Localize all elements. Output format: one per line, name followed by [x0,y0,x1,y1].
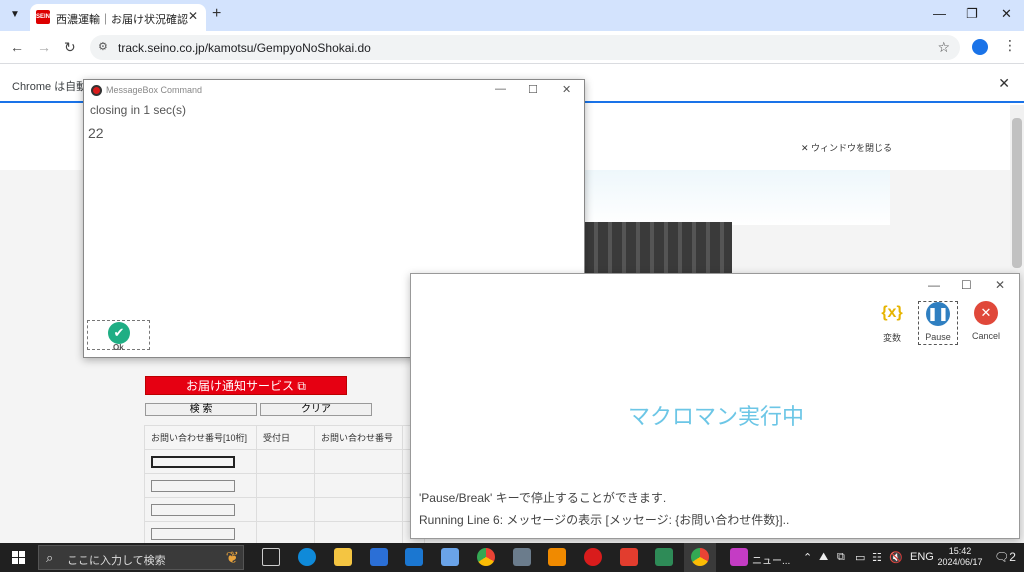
address-bar[interactable]: ⚙ track.seino.co.jp/kamotsu/GempyoNoShok… [90,35,960,60]
network-icon[interactable]: ☷ [872,551,882,564]
messagebox-title: MessageBox Command [106,85,203,95]
inquiry-number-input[interactable] [151,479,235,492]
back-arrow-icon[interactable]: ← [10,39,24,55]
ok-button[interactable]: ✔ Ok [87,320,150,352]
file-explorer-icon[interactable] [334,548,352,566]
task-view-icon[interactable] [262,548,280,566]
macroman-app-icon [91,85,102,96]
inquiry-number-input[interactable] [151,455,235,468]
chrome-icon[interactable] [477,548,495,566]
column-header: 受付日 [256,425,315,450]
site-info-icon[interactable]: ⚙ [98,40,108,53]
messagebox-titlebar[interactable]: MessageBox Command — ☐ ✕ [84,80,584,100]
macroman-icon[interactable] [584,548,602,566]
macro-running-text: マクロマン実行中 [627,404,804,429]
chrome-menu-icon[interactable]: ⋮ [1003,37,1017,54]
mail-icon[interactable] [405,548,423,566]
macroman-window: — ☐ ✕ {x} 変数 ❚❚ Pause ✕ Cancel マクロマン実行中 … [410,273,1020,539]
volume-muted-icon[interactable]: 🔇 [889,551,903,564]
tab-title: 西濃運輸｜お届け状況確認 [56,14,188,26]
tray-app-icon[interactable]: ⛰ [819,551,828,564]
system-clock[interactable]: 15:42 2024/06/17 [937,546,983,568]
vlc-icon[interactable] [548,548,566,566]
inquiry-table: お問い合わせ番号[10桁] 受付日 お問い合わせ番号 お [144,425,426,546]
tray-device-icon[interactable]: ⧉ [837,551,845,564]
windows-start-icon[interactable] [12,551,25,564]
hero-photo [584,222,732,274]
messagebox-minimize-button[interactable]: — [495,83,506,95]
store-icon[interactable] [370,548,388,566]
search-icon: ⌕ [46,550,54,565]
language-indicator[interactable]: ENG [910,551,934,563]
message-value: 22 [88,125,104,141]
news-label[interactable]: ニュー... [752,552,790,567]
news-icon[interactable] [730,548,748,566]
butterfly-icon: ❦ [225,550,239,567]
tab-strip: ▼ SEINO 西濃運輸｜お届け状況確認 ✕ + — ❐ ✕ [0,0,1024,31]
ok-label: Ok [113,343,124,352]
windows-taskbar: ⌕ ここに入力して検索 ❦ ニュー... ⌃ ⛰ ⧉ ▭ ☷ 🔇 ENG 15:… [0,543,1024,572]
wps-icon[interactable] [620,548,638,566]
clock-date: 2024/06/17 [937,557,983,567]
running-line-text: Running Line 6: メッセージの表示 [メッセージ: {お問い合わせ… [419,513,790,527]
macroman-minimize-button[interactable]: — [928,278,940,292]
infobar-close-icon[interactable]: ✕ [998,75,1010,92]
search-button[interactable]: 検 索 [145,403,257,416]
profile-avatar-icon[interactable] [972,39,988,55]
messagebox-maximize-button[interactable]: ☐ [528,83,538,96]
tab-close-icon[interactable]: ✕ [188,9,198,23]
tray-chevron-icon[interactable]: ⌃ [803,551,812,564]
column-header: お問い合わせ番号[10桁] [144,425,257,450]
editor-icon[interactable] [441,548,459,566]
close-browser-button[interactable]: ✕ [1001,6,1012,22]
close-window-link[interactable]: ✕ ウィンドウを閉じる [797,140,897,155]
tray-monitor-icon[interactable]: ▭ [855,551,865,564]
messagebox-close-button[interactable]: ✕ [562,83,571,96]
clear-button[interactable]: クリア [260,403,372,416]
pause-hint-text: 'Pause/Break' キーで停止することができます. [419,491,667,505]
page-scroll-thumb[interactable] [1012,118,1022,268]
seino-favicon-icon: SEINO [36,10,55,24]
tab-search-chevron-icon[interactable]: ▼ [6,6,24,24]
inquiry-number-input[interactable] [151,527,235,540]
clock-time: 15:42 [948,546,972,556]
restore-button[interactable]: ❐ [966,6,978,22]
closing-countdown-text: closing in 1 sec(s) [90,103,187,117]
cancel-button[interactable]: ✕ Cancel [966,301,1006,345]
variables-button[interactable]: {x} 変数 [872,301,912,345]
spreadsheet-icon[interactable] [655,548,673,566]
minimize-button[interactable]: — [933,6,946,21]
macroman-maximize-button[interactable]: ☐ [961,278,972,292]
pause-icon: ❚❚ [926,302,950,326]
search-placeholder: ここに入力して検索 [67,555,166,567]
pause-label: Pause [925,332,951,342]
notify-service-button[interactable]: お届け通知サービス ⧉ [145,376,347,395]
edge-icon[interactable] [298,548,316,566]
pause-button[interactable]: ❚❚ Pause [918,301,958,345]
notification-center-icon[interactable]: 🗨2 [994,550,1016,564]
cancel-label: Cancel [971,331,1000,341]
new-tab-button[interactable]: + [212,5,221,23]
variables-icon: {x} [881,304,903,321]
cancel-x-icon: ✕ [974,301,998,325]
variables-label: 変数 [882,333,901,343]
macroman-close-button[interactable]: ✕ [995,278,1005,292]
notification-count: 2 [1009,550,1016,564]
column-header: お問い合わせ番号 [314,425,403,450]
url-text[interactable]: track.seino.co.jp/kamotsu/GempyoNoShokai… [118,41,371,55]
reload-icon[interactable]: ↻ [64,39,76,56]
checkmark-icon: ✔ [108,322,130,344]
browser-toolbar: ← → ↻ ⚙ track.seino.co.jp/kamotsu/Gempyo… [0,31,1024,64]
inquiry-number-input[interactable] [151,503,235,516]
bookmark-star-icon[interactable]: ☆ [937,39,950,56]
forward-arrow-icon[interactable]: → [37,39,51,55]
taskbar-search-box[interactable]: ⌕ ここに入力して検索 ❦ [38,545,244,570]
tab-seino-tracking[interactable]: SEINO 西濃運輸｜お届け状況確認 ✕ [30,4,206,31]
calculator-icon[interactable] [513,548,531,566]
chrome-active-icon[interactable] [691,548,709,566]
